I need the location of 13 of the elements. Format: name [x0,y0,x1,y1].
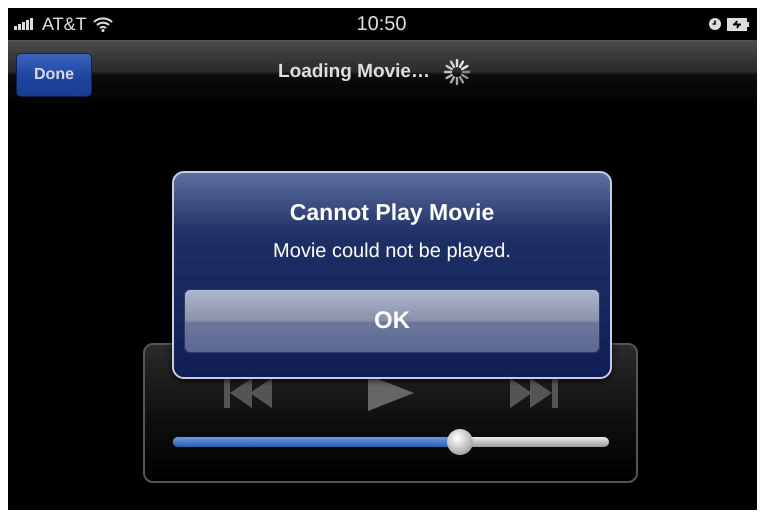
clock-time: 10:50 [356,12,407,36]
slider-thumb[interactable] [447,429,474,455]
clock-icon [709,18,721,30]
carrier-name: AT&T [42,14,87,34]
alert-title: Cannot Play Movie [290,199,494,226]
ok-button[interactable]: OK [184,289,600,353]
loading-spinner-icon [444,59,470,85]
battery-icon [727,18,749,30]
nav-title: Loading Movie… [278,61,430,83]
wifi-icon [92,16,113,32]
done-button[interactable]: Done [16,53,92,97]
signal-icon [14,18,36,30]
alert-message: Movie could not be played. [273,240,511,263]
